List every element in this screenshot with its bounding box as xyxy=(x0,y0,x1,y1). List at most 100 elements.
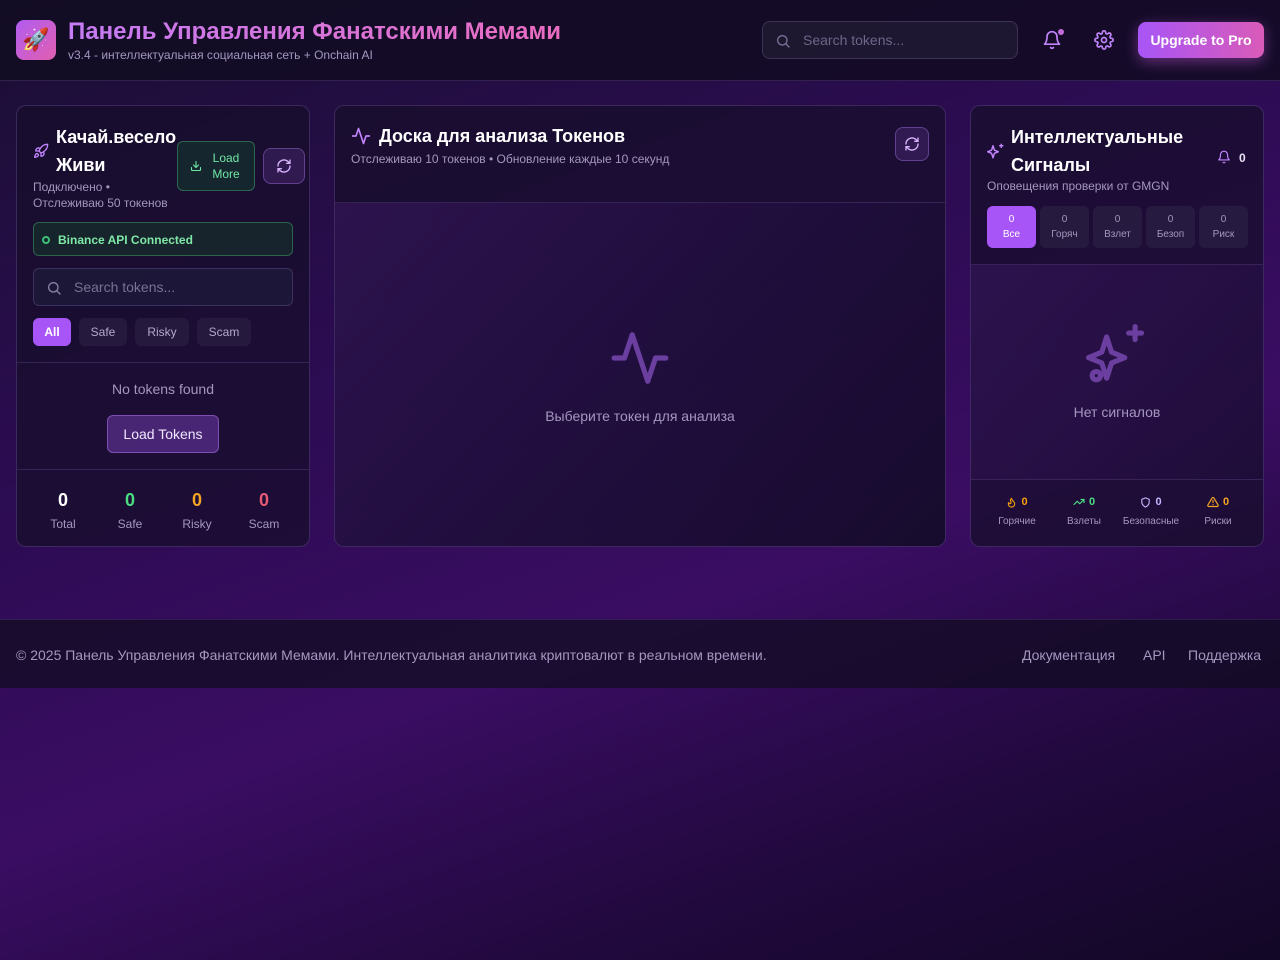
refresh-analysis-button[interactable] xyxy=(895,127,929,161)
refresh-icon xyxy=(276,158,292,174)
stat-value: 0 xyxy=(1021,496,1028,508)
filter-all[interactable]: All xyxy=(33,318,71,346)
panel-title: Интеллектуальные Сигналы xyxy=(1011,127,1184,175)
token-search-input[interactable] xyxy=(74,269,284,305)
rocket-icon xyxy=(33,143,49,159)
filter-risky[interactable]: Risky xyxy=(135,318,189,346)
signal-tab-rise[interactable]: 0 Взлет xyxy=(1093,206,1142,248)
signal-stat-safe: 0 Безопасные xyxy=(1116,495,1186,527)
stat-value: 0 xyxy=(1155,496,1162,508)
footer-link-support[interactable]: Поддержка xyxy=(1188,647,1261,663)
panel-subtitle: Оповещения проверки от GMGN xyxy=(987,179,1170,193)
logo: 🚀 xyxy=(16,20,56,60)
token-search xyxy=(33,268,293,306)
tab-label: Безоп xyxy=(1156,229,1185,240)
signal-tab-risk[interactable]: 0 Риск xyxy=(1199,206,1248,248)
refresh-icon xyxy=(904,136,920,152)
divider xyxy=(17,469,309,470)
settings-button[interactable] xyxy=(1088,24,1120,56)
stat-value: 0 xyxy=(57,490,68,510)
stat-label: Safe xyxy=(117,517,143,531)
stat-scam: 0 Scam xyxy=(234,490,294,531)
app-header: 🚀 Панель Управления Фанатскими Мемами v3… xyxy=(0,0,1280,81)
download-icon xyxy=(190,160,202,172)
stat-label: Scam xyxy=(248,517,280,531)
signal-tab-hot[interactable]: 0 Горяч xyxy=(1040,206,1089,248)
stat-label: Risky xyxy=(182,517,212,531)
shield-icon xyxy=(1140,496,1151,508)
stat-value: 0 xyxy=(1222,496,1230,508)
rocket-logo-icon: 🚀 xyxy=(22,27,50,52)
stat-label: Риски xyxy=(1204,516,1232,527)
tab-label: Все xyxy=(1002,229,1021,240)
stat-risky: 0 Risky xyxy=(167,490,227,531)
tab-label: Горяч xyxy=(1051,229,1078,240)
filter-scam[interactable]: Scam xyxy=(197,318,251,346)
signal-tab-all[interactable]: 0 Все xyxy=(987,206,1036,248)
signal-stat-risk: 0 Риски xyxy=(1183,495,1253,527)
token-list-panel: Качай.весело Живи Подключено • Отслежива… xyxy=(16,105,310,547)
app-title: Панель Управления Фанатскими Мемами xyxy=(68,18,561,45)
tab-count: 0 xyxy=(1220,214,1227,225)
activity-icon xyxy=(609,327,671,389)
divider xyxy=(17,362,309,363)
footer-copyright: © 2025 Панель Управления Фанатскими Мема… xyxy=(16,647,767,663)
stat-label: Горячие xyxy=(998,516,1036,527)
stat-label: Безопасные xyxy=(1122,516,1180,527)
notification-dot xyxy=(1058,29,1064,35)
panel-title: Доска для анализа Токенов xyxy=(379,126,626,146)
signal-tab-safe[interactable]: 0 Безоп xyxy=(1146,206,1195,248)
empty-state-text: Нет сигналов xyxy=(1073,404,1161,420)
footer: © 2025 Панель Управления Фанатскими Мема… xyxy=(0,619,1280,688)
header-search-input[interactable] xyxy=(803,22,1008,58)
signal-count: 0 xyxy=(1239,151,1246,165)
filter-safe[interactable]: Safe xyxy=(79,318,127,346)
header-search xyxy=(762,21,1018,59)
api-status-badge: Binance API Connected xyxy=(33,222,293,256)
sparkles-icon xyxy=(987,142,1005,160)
trending-up-icon xyxy=(1073,496,1085,508)
token-analysis-panel: Доска для анализа Токенов Отслеживаю 10 … xyxy=(334,105,946,547)
load-more-button[interactable]: Load More xyxy=(177,141,255,191)
load-tokens-button[interactable]: Load Tokens xyxy=(107,415,219,453)
sparkles-icon xyxy=(1086,324,1148,386)
tab-label: Риск xyxy=(1212,229,1235,240)
footer-link-api[interactable]: API xyxy=(1143,647,1166,663)
footer-link-docs[interactable]: Документация xyxy=(1022,647,1115,663)
upgrade-button[interactable]: Upgrade to Pro xyxy=(1138,22,1264,58)
activity-icon xyxy=(351,126,371,146)
empty-state-text: No tokens found xyxy=(112,381,214,397)
status-dot-icon xyxy=(42,236,50,244)
connection-status: Подключено • Отслеживаю 50 токенов xyxy=(33,180,168,210)
stat-total: 0 Total xyxy=(33,490,93,531)
panel-title: Качай.весело Живи xyxy=(56,127,177,175)
stat-value: 0 xyxy=(258,490,269,510)
search-icon xyxy=(775,33,791,49)
tab-count: 0 xyxy=(1008,214,1015,225)
panel-subtitle: Отслеживаю 10 токенов • Обновление кажды… xyxy=(351,152,670,166)
signal-stat-rise: 0 Взлеты xyxy=(1049,495,1119,527)
flame-icon xyxy=(1006,497,1017,508)
app-subtitle: v3.4 - интеллектуальная социальная сеть … xyxy=(68,48,373,62)
notifications-button[interactable] xyxy=(1036,24,1068,56)
gear-icon xyxy=(1094,30,1114,50)
stat-safe: 0 Safe xyxy=(100,490,160,531)
bell-icon[interactable] xyxy=(1217,150,1231,164)
load-more-label: Load More xyxy=(212,151,240,181)
empty-state-text: Выберите токен для анализа xyxy=(545,408,735,424)
stat-label: Взлеты xyxy=(1067,516,1101,527)
tab-count: 0 xyxy=(1167,214,1174,225)
stat-label: Total xyxy=(50,517,76,531)
refresh-tokens-button[interactable] xyxy=(263,148,305,184)
tab-count: 0 xyxy=(1061,214,1068,225)
tab-label: Взлет xyxy=(1104,229,1131,240)
signals-panel: Интеллектуальные Сигналы 0 Оповещения пр… xyxy=(970,105,1264,547)
stat-value: 0 xyxy=(1088,496,1096,508)
search-icon xyxy=(46,280,62,296)
stat-value: 0 xyxy=(191,490,202,510)
api-status-text: Binance API Connected xyxy=(58,233,193,247)
divider xyxy=(971,479,1263,480)
tab-count: 0 xyxy=(1114,214,1121,225)
signal-stat-hot: 0 Горячие xyxy=(982,495,1052,527)
stat-value: 0 xyxy=(124,490,135,510)
